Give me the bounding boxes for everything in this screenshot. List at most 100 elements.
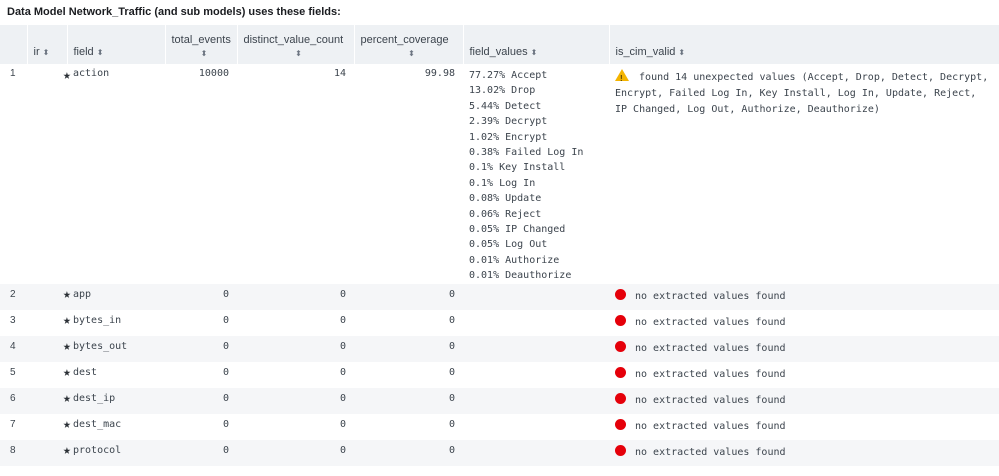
table-row: 2 ★ app 0 0 0 no extracted values found (0, 283, 999, 310)
results-table: ir ⬍ field ⬍ total_events ⬍ distinct_value_… (0, 25, 999, 466)
star-icon[interactable]: ★ (27, 414, 71, 440)
cell-field-values (463, 310, 609, 336)
field-value-item: 0.01% Authorize (469, 254, 560, 266)
error-dot-icon (615, 314, 626, 326)
sort-icon: ⬍ (96, 48, 104, 57)
cell-is-cim-valid: no extracted values found (609, 414, 999, 440)
row-number: 7 (10, 418, 16, 430)
row-number: 3 (10, 314, 16, 326)
star-icon[interactable]: ★ (27, 64, 71, 284)
field-value-item: 0.01% Deauthorize (469, 270, 572, 282)
cell-field: protocol (73, 444, 122, 456)
table-header-row: ir ⬍ field ⬍ total_events ⬍ distinct_value_… (0, 25, 999, 64)
col-header-total-events[interactable]: total_events ⬍ (164, 25, 237, 64)
cell-field-values (463, 440, 609, 466)
row-number: 1 (10, 68, 16, 79)
col-header-is-cim-valid[interactable]: is_cim_valid ⬍ (608, 25, 999, 64)
error-dot-icon (615, 444, 626, 456)
star-icon[interactable]: ★ (27, 440, 71, 466)
col-header-percent-coverage[interactable]: percent_coverage ⬍ (353, 25, 463, 64)
row-number: 2 (10, 288, 16, 300)
error-dot-icon (615, 418, 626, 430)
cell-percent-coverage: 0 (448, 444, 455, 456)
cell-distinct-value-count: 14 (333, 68, 346, 79)
cell-total-events: 0 (222, 314, 229, 326)
cell-percent-coverage: 0 (448, 366, 455, 378)
star-icon[interactable]: ★ (27, 284, 71, 310)
field-value-item: 5.44% Detect (469, 100, 542, 112)
table-row: 1 ★ action 10000 14 99.98 77.27% Accept … (0, 64, 999, 284)
cell-percent-coverage: 0 (448, 288, 455, 300)
sort-icon: ⬍ (200, 49, 208, 58)
cell-field-values (463, 414, 609, 440)
cell-is-cim-valid: found 14 unexpected values (Accept, Drop… (609, 64, 999, 284)
field-value-item: 0.38% Failed Log In (469, 147, 584, 159)
star-icon[interactable]: ★ (27, 336, 71, 362)
star-icon[interactable]: ★ (27, 310, 71, 336)
cell-field-values (463, 388, 609, 414)
table-row: 6 ★ dest_ip 0 0 0 no extracted values fo… (0, 387, 999, 414)
col-header-row-number (0, 25, 27, 64)
col-header-field[interactable]: field ⬍ (66, 25, 165, 64)
cell-is-cim-valid: no extracted values found (609, 310, 999, 336)
cell-total-events: 0 (222, 288, 229, 300)
col-header-ir[interactable]: ir ⬍ (26, 25, 67, 64)
cell-field: dest_mac (73, 418, 122, 430)
cell-field: dest (73, 366, 98, 378)
cell-is-cim-valid: no extracted values found (609, 440, 999, 466)
cell-total-events: 0 (222, 366, 229, 378)
cell-distinct-value-count: 0 (339, 288, 346, 300)
cell-field-values (463, 284, 609, 310)
star-icon[interactable]: ★ (27, 362, 71, 388)
field-value-item: 0.1% Log In (469, 177, 536, 189)
cell-distinct-value-count: 0 (339, 314, 346, 326)
field-value-item: 13.02% Drop (469, 85, 536, 97)
star-icon[interactable]: ★ (27, 388, 71, 414)
field-value-item: 0.1% Key Install (469, 162, 566, 174)
cell-percent-coverage: 0 (448, 314, 455, 326)
error-dot-icon (615, 288, 626, 300)
row-number: 5 (10, 366, 16, 378)
field-value-item: 0.05% Log Out (469, 239, 548, 251)
error-dot-icon (615, 340, 626, 352)
cell-total-events: 0 (222, 444, 229, 456)
error-dot-icon (615, 366, 626, 378)
cell-percent-coverage: 0 (448, 340, 455, 352)
cell-total-events: 0 (222, 340, 229, 352)
table-row: 4 ★ bytes_out 0 0 0 no extracted values … (0, 335, 999, 362)
field-value-item: 1.02% Encrypt (469, 131, 548, 143)
cell-is-cim-valid: no extracted values found (609, 362, 999, 388)
cell-field: app (73, 288, 92, 300)
cell-field-values (463, 362, 609, 388)
row-number: 6 (10, 392, 16, 404)
field-value-item: 2.39% Decrypt (469, 116, 548, 128)
field-value-item: 77.27% Accept (469, 70, 548, 81)
cell-distinct-value-count: 0 (339, 392, 346, 404)
cell-field: bytes_in (73, 314, 122, 326)
table-row: 5 ★ dest 0 0 0 no extracted values found (0, 362, 999, 388)
cell-distinct-value-count: 0 (339, 340, 346, 352)
col-header-distinct-value-count[interactable]: distinct_value_count ⬍ (236, 25, 354, 64)
cell-percent-coverage: 99.98 (424, 68, 455, 79)
error-dot-icon (615, 392, 626, 404)
cell-field-values (463, 336, 609, 362)
cell-is-cim-valid: no extracted values found (609, 388, 999, 414)
cell-distinct-value-count: 0 (339, 418, 346, 430)
cell-total-events: 0 (222, 392, 229, 404)
cell-is-cim-valid: no extracted values found (609, 336, 999, 362)
col-header-field-values[interactable]: field_values ⬍ (462, 25, 609, 64)
sort-icon: ⬍ (295, 49, 302, 58)
cell-total-events: 10000 (198, 68, 229, 79)
cell-distinct-value-count: 0 (339, 366, 346, 378)
cell-field: bytes_out (73, 340, 128, 352)
cell-field: action (73, 68, 110, 79)
table-row: 7 ★ dest_mac 0 0 0 no extracted values f… (0, 414, 999, 440)
table-row: 3 ★ bytes_in 0 0 0 no extracted values f… (0, 310, 999, 336)
field-value-item: 0.08% Update (469, 193, 542, 205)
cell-percent-coverage: 0 (448, 392, 455, 404)
cell-distinct-value-count: 0 (339, 444, 346, 456)
cell-field-values: 77.27% Accept 13.02% Drop 5.44% Detect 2… (463, 64, 609, 284)
table-row: 8 ★ protocol 0 0 0 no extracted values f… (0, 439, 999, 466)
cell-field: dest_ip (73, 392, 116, 404)
row-number: 8 (10, 444, 16, 456)
